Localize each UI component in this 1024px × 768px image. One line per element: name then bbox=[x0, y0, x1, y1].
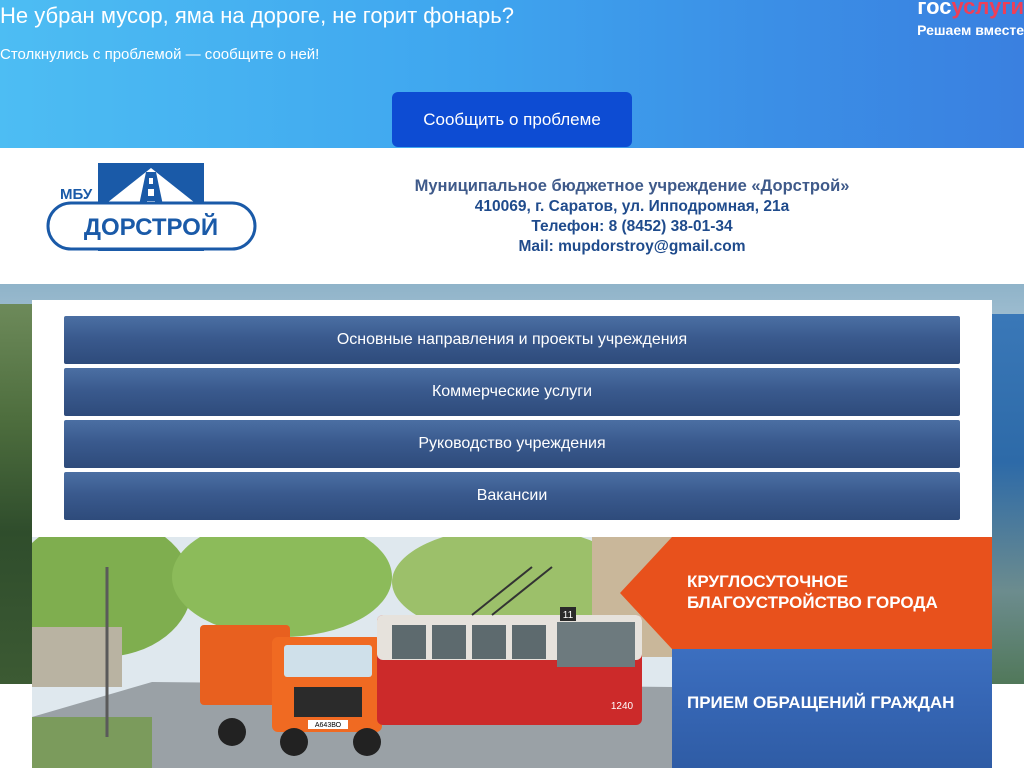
background-trees-left bbox=[0, 304, 34, 684]
org-phone: Телефон: 8 (8452) 38-01-34 bbox=[531, 218, 733, 235]
tram-route-number: 11 bbox=[563, 610, 574, 621]
org-name: Муниципальное бюджетное учреждение «Дорс… bbox=[414, 177, 850, 195]
main-menu-card: Основные направления и проекты учреждени… bbox=[32, 300, 992, 540]
logo-small-text: МБУ bbox=[60, 186, 93, 203]
promo-blue-box[interactable]: ПРИЕМ ОБРАЩЕНИЙ ГРАЖДАН bbox=[672, 649, 992, 768]
gosuslugi-logo-part2: услуги bbox=[951, 0, 1024, 19]
site-header: МБУ ДОРСТРОЙ Муниципальное бюджетное учр… bbox=[0, 148, 1024, 284]
banner-subtitle: Столкнулись с проблемой — сообщите о ней… bbox=[0, 46, 320, 63]
org-address: 410069, г. Саратов, ул. Ипподромная, 21а bbox=[474, 198, 790, 215]
menu-item-directions[interactable]: Основные направления и проекты учреждени… bbox=[64, 316, 960, 364]
gosuslugi-tagline: Решаем вместе bbox=[917, 22, 1024, 38]
truck-plate: А643ВО bbox=[315, 722, 342, 729]
grass-strip bbox=[32, 717, 152, 768]
promo-orange-label: КРУГЛОСУТОЧНОЕ БЛАГОУСТРОЙСТВО ГОРОДА bbox=[687, 572, 938, 612]
gosuslugi-logo-part1: гос bbox=[917, 0, 952, 19]
promo-photo: А643ВО 11 1240 bbox=[32, 537, 672, 768]
logo-big-text: ДОРСТРОЙ bbox=[84, 213, 218, 241]
gosuslugi-banner: Не убран мусор, яма на дороге, не горит … bbox=[0, 0, 1024, 148]
org-email: Mail: mupdorstroy@gmail.com bbox=[518, 238, 746, 255]
street-scene-illustration: А643ВО 11 1240 bbox=[32, 537, 672, 768]
dorstroy-logo[interactable]: МБУ ДОРСТРОЙ bbox=[46, 162, 258, 254]
promo-blue-label: ПРИЕМ ОБРАЩЕНИЙ ГРАЖДАН bbox=[687, 693, 955, 712]
gosuslugi-logo[interactable]: госуслуги bbox=[917, 0, 1024, 20]
promo-orange-box[interactable]: КРУГЛОСУТОЧНОЕ БЛАГОУСТРОЙСТВО ГОРОДА bbox=[620, 537, 992, 649]
menu-item-commercial[interactable]: Коммерческие услуги bbox=[64, 368, 960, 416]
banner-title: Не убран мусор, яма на дороге, не горит … bbox=[0, 3, 514, 28]
background-river-right bbox=[990, 314, 1024, 684]
menu-item-management[interactable]: Руководство учреждения bbox=[64, 420, 960, 468]
tram-fleet-number: 1240 bbox=[611, 701, 634, 712]
report-problem-button[interactable]: Сообщить о проблеме bbox=[392, 92, 632, 147]
truck-windshield bbox=[284, 645, 372, 677]
menu-item-vacancies[interactable]: Вакансии bbox=[64, 472, 960, 520]
organization-info: Муниципальное бюджетное учреждение «Дорс… bbox=[372, 176, 892, 257]
